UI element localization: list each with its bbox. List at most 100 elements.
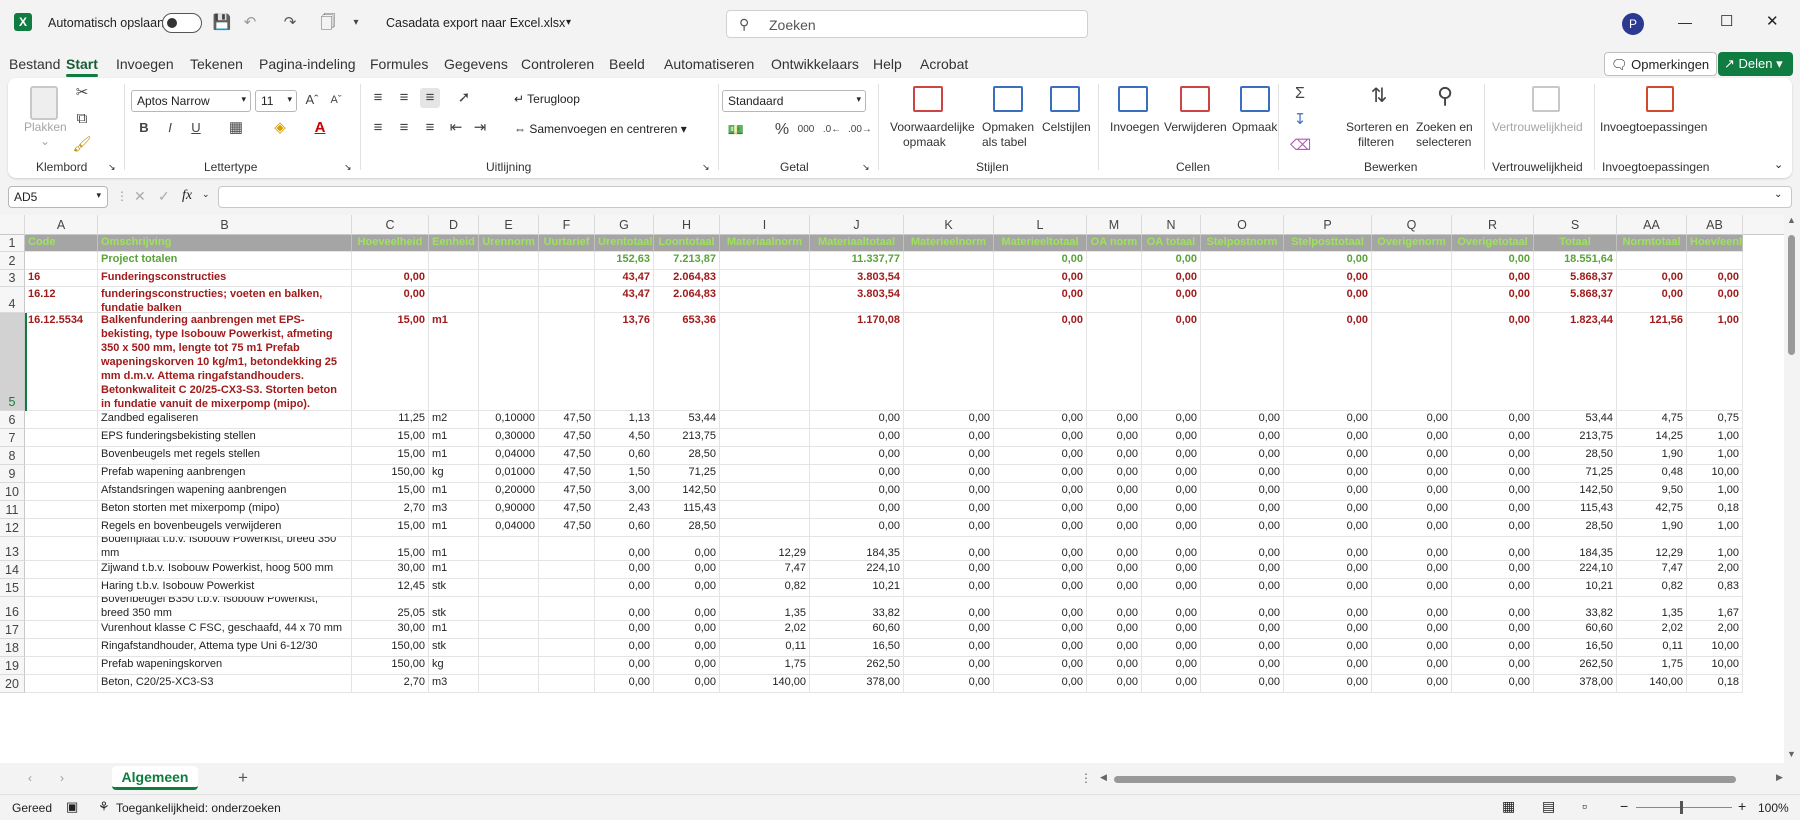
cell-n[interactable]: 0,00: [1142, 501, 1201, 519]
cell-o[interactable]: [1201, 287, 1284, 313]
cell-a[interactable]: [25, 465, 98, 483]
cell-ab[interactable]: [1687, 252, 1743, 270]
cell-j[interactable]: 10,21: [810, 579, 904, 597]
borders-icon[interactable]: ▦: [226, 118, 246, 138]
cell-q[interactable]: 0,00: [1372, 561, 1452, 579]
cell-h[interactable]: 28,50: [654, 519, 720, 537]
page-layout-icon[interactable]: ▤: [1542, 798, 1555, 815]
vertical-scroll-thumb[interactable]: [1788, 235, 1795, 355]
cell-f[interactable]: 47,50: [539, 447, 595, 465]
cell-e[interactable]: [479, 621, 539, 639]
sheet-tab-algemeen[interactable]: Algemeen: [112, 766, 198, 790]
zoom-slider[interactable]: [1636, 801, 1732, 814]
cell-s[interactable]: 28,50: [1534, 519, 1617, 537]
column-header-h[interactable]: H: [654, 215, 720, 235]
accessibility-icon[interactable]: ⚘: [98, 799, 110, 815]
cell-l[interactable]: 0,00: [994, 287, 1087, 313]
column-header-l[interactable]: L: [994, 215, 1087, 235]
cell-c[interactable]: 30,00: [352, 561, 429, 579]
cell-h[interactable]: 142,50: [654, 483, 720, 501]
cell-a[interactable]: [25, 501, 98, 519]
cell-c[interactable]: 150,00: [352, 465, 429, 483]
row-header[interactable]: 7: [0, 429, 25, 447]
row-header[interactable]: 14: [0, 561, 25, 579]
cell-r[interactable]: 0,00: [1452, 519, 1534, 537]
cell-s[interactable]: 1.823,44: [1534, 313, 1617, 411]
tab-gegevens[interactable]: Gegevens: [444, 56, 508, 72]
cell-i[interactable]: [720, 252, 810, 270]
cell-i[interactable]: [720, 270, 810, 287]
save-icon[interactable]: 💾: [212, 13, 232, 33]
conditional-format-button[interactable]: Voorwaardelijke: [890, 120, 975, 135]
column-header-q[interactable]: Q: [1372, 215, 1452, 235]
cell-d[interactable]: kg: [429, 465, 479, 483]
cell-o[interactable]: 0,00: [1201, 519, 1284, 537]
cell-ab[interactable]: 0,75: [1687, 411, 1743, 429]
cell-o[interactable]: 0,00: [1201, 597, 1284, 621]
column-header-c[interactable]: C: [352, 215, 429, 235]
cell-a[interactable]: Code: [25, 235, 98, 252]
column-header-f[interactable]: F: [539, 215, 595, 235]
cell-a[interactable]: 16.12: [25, 287, 98, 313]
cell-q[interactable]: 0,00: [1372, 621, 1452, 639]
cell-b[interactable]: Balkenfundering aanbrengen met EPS-bekis…: [98, 313, 352, 411]
column-header-d[interactable]: D: [429, 215, 479, 235]
column-header-i[interactable]: I: [720, 215, 810, 235]
cell-aa[interactable]: 42,75: [1617, 501, 1687, 519]
cell-r[interactable]: 0,00: [1452, 252, 1534, 270]
cell-s[interactable]: 53,44: [1534, 411, 1617, 429]
tab-start[interactable]: Start: [66, 56, 98, 77]
align-left-icon[interactable]: ≡: [368, 118, 388, 138]
column-header-p[interactable]: P: [1284, 215, 1372, 235]
cell-o[interactable]: 0,00: [1201, 501, 1284, 519]
cell-r[interactable]: 0,00: [1452, 483, 1534, 501]
cell-e[interactable]: [479, 252, 539, 270]
cell-o[interactable]: 0,00: [1201, 657, 1284, 675]
cell-d[interactable]: stk: [429, 639, 479, 657]
cell-f[interactable]: [539, 621, 595, 639]
zoom-in-icon[interactable]: +: [1738, 798, 1746, 814]
cell-b[interactable]: Vurenhout klasse C FSC, geschaafd, 44 x …: [98, 621, 352, 639]
cell-f[interactable]: 47,50: [539, 411, 595, 429]
cell-s[interactable]: 5.868,37: [1534, 287, 1617, 313]
cell-k[interactable]: 0,00: [904, 411, 994, 429]
cell-k[interactable]: Materieelnorm: [904, 235, 994, 252]
uitlijning-launcher-icon[interactable]: ↘: [702, 162, 710, 173]
cell-b[interactable]: Prefab wapening aanbrengen: [98, 465, 352, 483]
cell-k[interactable]: [904, 313, 994, 411]
row-header[interactable]: 16: [0, 597, 25, 621]
cell-aa[interactable]: 121,56: [1617, 313, 1687, 411]
cancel-icon[interactable]: ✕: [134, 188, 146, 205]
cell-j[interactable]: 184,35: [810, 537, 904, 561]
cell-n[interactable]: OA totaal: [1142, 235, 1201, 252]
cell-i[interactable]: 2,02: [720, 621, 810, 639]
cell-c[interactable]: 15,00: [352, 429, 429, 447]
cell-b[interactable]: Bovenbeugels met regels stellen: [98, 447, 352, 465]
cell-l[interactable]: 0,00: [994, 519, 1087, 537]
cell-aa[interactable]: Normtotaal: [1617, 235, 1687, 252]
cell-l[interactable]: 0,00: [994, 465, 1087, 483]
cell-n[interactable]: 0,00: [1142, 411, 1201, 429]
cell-q[interactable]: 0,00: [1372, 447, 1452, 465]
title-dropdown-icon[interactable]: ▾: [566, 17, 571, 28]
cell-aa[interactable]: 1,90: [1617, 519, 1687, 537]
cell-a[interactable]: [25, 579, 98, 597]
cell-e[interactable]: 0,30000: [479, 429, 539, 447]
cell-r[interactable]: 0,00: [1452, 313, 1534, 411]
cell-ab[interactable]: 10,00: [1687, 657, 1743, 675]
cell-s[interactable]: 18.551,64: [1534, 252, 1617, 270]
cell-e[interactable]: [479, 537, 539, 561]
cell-g[interactable]: 0,00: [595, 639, 654, 657]
cell-l[interactable]: 0,00: [994, 252, 1087, 270]
cell-k[interactable]: 0,00: [904, 639, 994, 657]
format-as-table-icon[interactable]: [993, 86, 1023, 112]
cell-p[interactable]: 0,00: [1284, 579, 1372, 597]
cell-m[interactable]: [1087, 270, 1142, 287]
cell-l[interactable]: 0,00: [994, 501, 1087, 519]
cell-h[interactable]: 71,25: [654, 465, 720, 483]
cell-h[interactable]: 7.213,87: [654, 252, 720, 270]
row-header[interactable]: 19: [0, 657, 25, 675]
cell-q[interactable]: 0,00: [1372, 519, 1452, 537]
cell-o[interactable]: 0,00: [1201, 621, 1284, 639]
delete-cells-icon[interactable]: [1180, 86, 1210, 112]
